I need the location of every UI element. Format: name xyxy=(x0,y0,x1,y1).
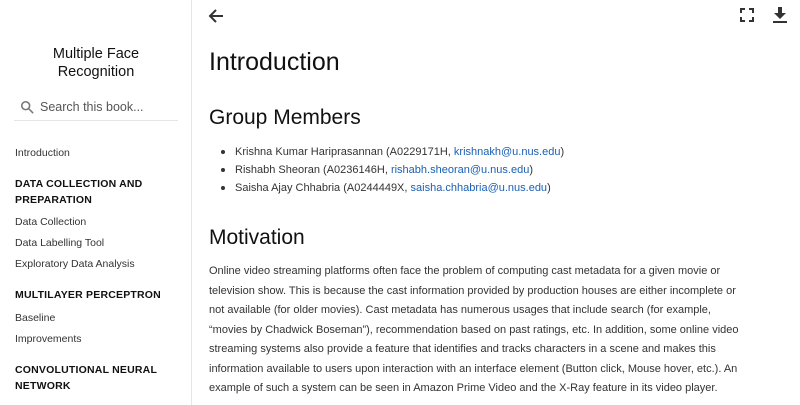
email-link[interactable]: saisha.chhabria@u.nus.edu xyxy=(411,182,548,194)
search-input[interactable]: Search this book... xyxy=(40,100,144,114)
arrow-left-icon[interactable] xyxy=(208,8,224,24)
nav-item-data-labelling-tool[interactable]: Data Labelling Tool xyxy=(15,237,104,249)
email-link[interactable]: rishabh.sheoran@u.nus.edu xyxy=(391,164,529,176)
motivation-paragraph: Online video streaming platforms often f… xyxy=(209,265,739,394)
nav-section-multilayer-perceptron: MULTILAYER PERCEPTRON xyxy=(15,289,161,301)
motivation-heading: Motivation xyxy=(209,226,305,249)
main-content: Introduction Group Members Krishna Kumar… xyxy=(193,0,800,405)
list-item: Krishna Kumar Hariprasannan (A0229171H, … xyxy=(220,143,564,161)
page-title: Introduction xyxy=(209,48,340,76)
nav-item-improvements[interactable]: Improvements xyxy=(15,333,82,345)
nav-item-exploratory-data-analysis[interactable]: Exploratory Data Analysis xyxy=(15,258,135,270)
nav-item-data-collection[interactable]: Data Collection xyxy=(15,216,86,228)
email-link[interactable]: krishnakh@u.nus.edu xyxy=(454,146,561,158)
search-icon xyxy=(20,100,34,114)
list-item: Rishabh Sheoran (A0236146H, rishabh.sheo… xyxy=(220,161,564,179)
book-title: Multiple Face Recognition xyxy=(52,46,140,80)
nav-section-cnn: CONVOLUTIONAL NEURAL NETWORK xyxy=(15,364,157,392)
group-members-heading: Group Members xyxy=(209,106,361,129)
nav-item-baseline[interactable]: Baseline xyxy=(15,312,55,324)
members-list: Krishna Kumar Hariprasannan (A0229171H, … xyxy=(220,143,564,197)
search-box[interactable]: Search this book... xyxy=(14,94,178,121)
nav-section-data-collection: DATA COLLECTION AND PREPARATION xyxy=(15,178,143,206)
sidebar: Multiple Face Recognition Search this bo… xyxy=(0,0,192,405)
nav-item-introduction[interactable]: Introduction xyxy=(15,147,70,159)
list-item: Saisha Ajay Chhabria (A0244449X, saisha.… xyxy=(220,179,564,197)
download-icon[interactable] xyxy=(772,6,788,24)
fullscreen-icon[interactable] xyxy=(739,7,755,23)
